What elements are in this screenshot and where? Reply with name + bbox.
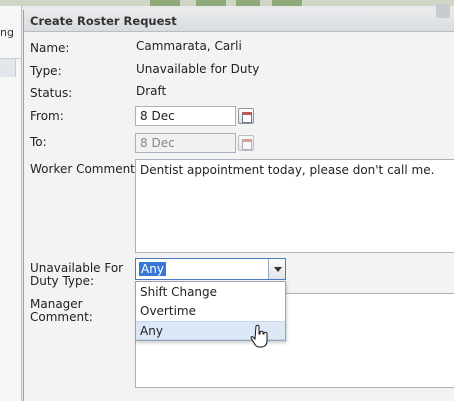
dialog-title-bar[interactable]: Create Roster Request [24,4,454,32]
dropdown-option-overtime[interactable]: Overtime [136,302,285,321]
top-strip-segment [196,0,226,6]
worker-comment-textarea[interactable]: Dentist appointment today, please don't … [135,159,454,253]
top-strip-segment [150,0,180,6]
combo-selected-text[interactable]: Any [139,262,166,276]
to-label: To: [30,135,47,149]
calendar-icon[interactable] [238,108,254,124]
background-text-fragment: ng [0,26,14,39]
top-strip-segment [272,0,302,6]
status-value: Draft [136,84,167,98]
unavailable-type-label-line2: Duty Type: [30,274,95,288]
background-cell [0,59,16,77]
name-value: Cammarata, Carli [136,39,242,53]
status-label: Status: [30,86,73,100]
close-icon[interactable] [436,4,450,18]
from-date-field[interactable]: 8 Dec [135,106,236,126]
name-label: Name: [30,41,70,55]
manager-comment-label: Manager Comment: [30,298,93,324]
dialog-title: Create Roster Request [30,14,177,28]
manager-comment-label-line2: Comment: [30,310,93,324]
roster-request-dialog: Create Roster Request Name: Cammarata, C… [23,4,454,401]
unavailable-type-label: Unavailable For Duty Type: [30,262,123,288]
type-label: Type: [30,64,62,78]
background-panel: ng [0,6,22,401]
hand-cursor-icon [250,324,268,348]
from-label: From: [30,109,64,123]
calendar-icon[interactable] [238,135,254,151]
top-strip-segment [236,0,260,6]
worker-comment-label: Worker Comment: [30,162,139,176]
unavailable-type-combo[interactable]: Any [135,258,286,280]
to-date-field[interactable]: 8 Dec [135,133,236,153]
chevron-down-icon[interactable] [268,259,285,279]
dropdown-option-shift-change[interactable]: Shift Change [136,283,285,302]
top-strip [0,0,454,6]
type-value: Unavailable for Duty [136,62,260,76]
